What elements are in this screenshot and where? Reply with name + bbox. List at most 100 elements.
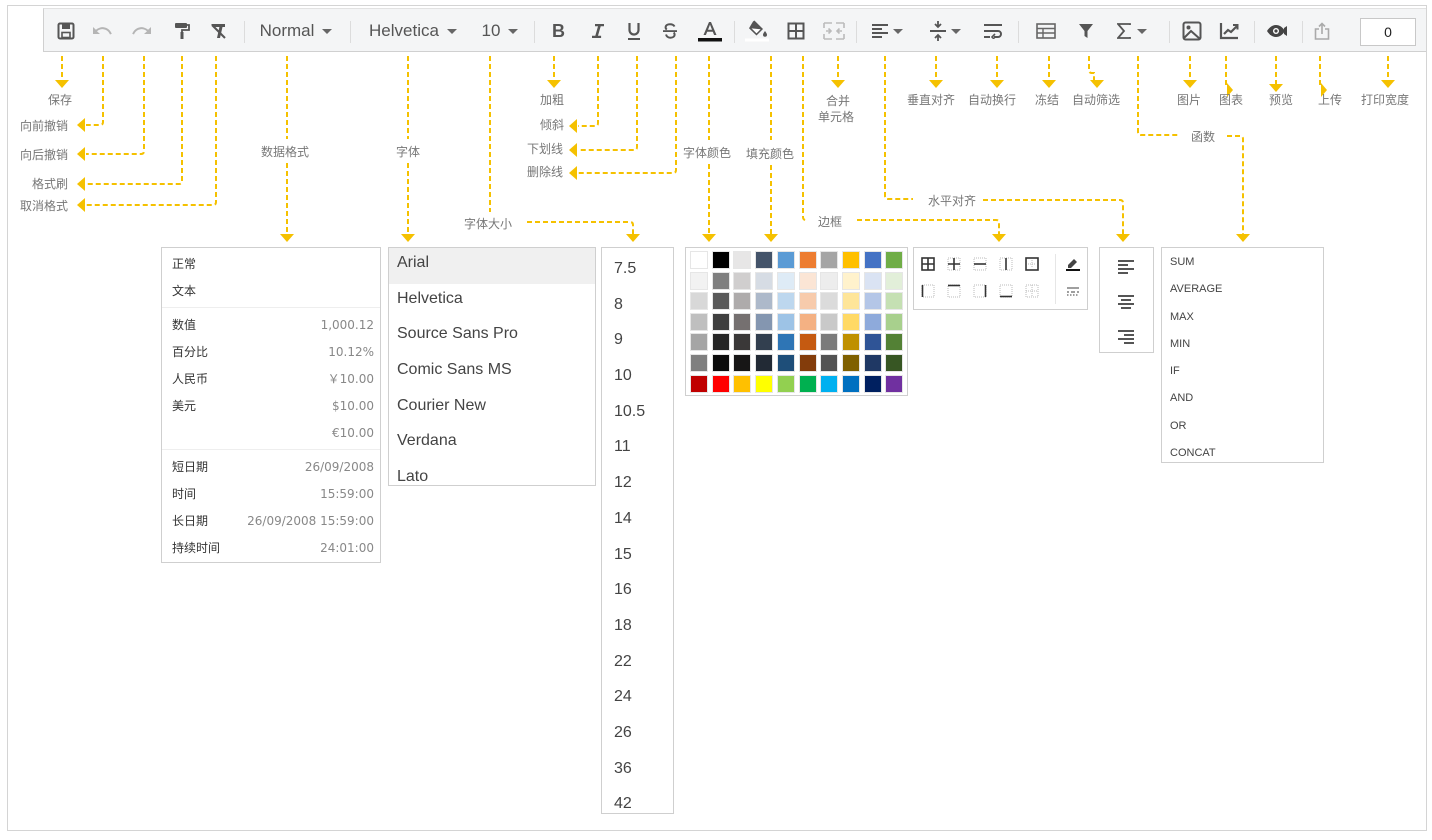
font-size-option[interactable]: 14 [602,501,673,537]
font-size-option[interactable]: 10.5 [602,394,673,430]
outside-borders-icon[interactable] [1025,257,1039,271]
color-swatch[interactable] [690,292,708,311]
color-swatch[interactable] [798,271,817,290]
color-swatch[interactable] [885,251,904,269]
color-swatch[interactable] [733,271,752,290]
all-borders-icon[interactable] [921,257,935,271]
color-swatch[interactable] [885,312,904,331]
color-swatch[interactable] [798,354,817,372]
color-swatch[interactable] [863,251,882,269]
color-swatch[interactable] [755,312,774,331]
color-swatch[interactable] [841,292,860,311]
color-swatch[interactable] [841,374,860,393]
number-format-option[interactable]: 长日期 26/09/2008 15:59:00 [162,507,380,534]
color-swatch[interactable] [798,374,817,393]
color-swatch[interactable] [863,312,882,331]
function-option[interactable]: CONCAT [1162,440,1323,462]
autofilter-button[interactable] [1072,9,1100,53]
font-color-button[interactable] [694,9,726,53]
italic-button[interactable] [584,9,612,53]
font-family-option[interactable]: Arial [389,248,595,284]
paint-format-button[interactable] [168,9,196,53]
color-swatch[interactable] [863,271,882,290]
color-swatch[interactable] [820,271,839,290]
vertical-align-dropdown[interactable] [922,9,968,53]
number-format-dropdown[interactable]: Normal [250,9,342,53]
number-format-option[interactable]: 正常 [162,250,380,277]
number-format-option[interactable]: 百分比 10.12% [162,338,380,365]
color-swatch[interactable] [820,312,839,331]
save-button[interactable] [52,9,80,53]
color-swatch[interactable] [733,312,752,331]
color-swatch[interactable] [690,354,708,372]
font-size-option[interactable]: 7.5 [602,251,673,287]
color-swatch[interactable] [733,354,752,372]
color-swatch[interactable] [711,292,730,311]
color-swatch[interactable] [690,333,708,352]
color-swatch[interactable] [820,374,839,393]
function-option[interactable]: IF [1162,358,1323,385]
inside-borders-icon[interactable] [947,257,961,271]
number-format-option[interactable]: 数值 1,000.12 [162,311,380,338]
chart-button[interactable] [1214,9,1244,53]
text-wrap-button[interactable] [978,9,1008,53]
preview-button[interactable] [1262,9,1292,53]
color-swatch[interactable] [755,333,774,352]
redo-button[interactable] [128,9,156,53]
font-size-option[interactable]: 24 [602,679,673,715]
number-format-option[interactable]: 人民币 ￥10.00 [162,365,380,392]
color-swatch[interactable] [711,374,730,393]
color-swatch[interactable] [776,271,795,290]
font-size-option[interactable]: 8 [602,287,673,323]
color-swatch[interactable] [820,354,839,372]
function-option[interactable]: MIN [1162,331,1323,358]
color-swatch[interactable] [820,333,839,352]
number-format-option[interactable]: 时间 15:59:00 [162,480,380,507]
upload-button[interactable] [1308,9,1336,53]
underline-button[interactable] [620,9,648,53]
color-swatch[interactable] [776,312,795,331]
color-swatch[interactable] [690,374,708,393]
color-swatch[interactable] [755,292,774,311]
color-swatch[interactable] [820,292,839,311]
number-format-option[interactable]: 持续时间 24:01:00 [162,534,380,561]
font-family-option[interactable]: Courier New [389,391,595,427]
font-size-option[interactable]: 26 [602,715,673,751]
color-swatch[interactable] [711,333,730,352]
font-size-dropdown[interactable]: 10 [474,9,526,53]
color-swatch[interactable] [841,312,860,331]
color-swatch[interactable] [733,251,752,269]
color-swatch[interactable] [733,292,752,311]
bold-button[interactable]: B [544,9,572,53]
number-format-option[interactable]: 短日期 26/09/2008 [162,453,380,480]
function-option[interactable]: AVERAGE [1162,276,1323,303]
border-button[interactable] [782,9,810,53]
color-swatch[interactable] [690,251,708,269]
font-family-dropdown[interactable]: Helvetica [358,9,468,53]
left-border-icon[interactable] [921,284,935,298]
color-swatch[interactable] [711,312,730,331]
color-swatch[interactable] [863,292,882,311]
color-swatch[interactable] [776,333,795,352]
font-size-option[interactable]: 11 [602,429,673,465]
color-swatch[interactable] [755,374,774,393]
clear-format-button[interactable] [204,9,232,53]
color-swatch[interactable] [863,354,882,372]
merge-cells-button[interactable] [820,9,848,53]
color-swatch[interactable] [820,251,839,269]
color-swatch[interactable] [755,354,774,372]
color-swatch[interactable] [776,374,795,393]
color-swatch[interactable] [885,271,904,290]
function-option[interactable]: MAX [1162,304,1323,331]
color-swatch[interactable] [885,333,904,352]
font-size-option[interactable]: 12 [602,465,673,501]
fill-color-button[interactable] [740,9,774,53]
font-size-option[interactable]: 42 [602,786,673,813]
color-swatch[interactable] [711,354,730,372]
font-family-option[interactable]: Helvetica [389,284,595,320]
function-dropdown[interactable] [1108,9,1156,53]
color-swatch[interactable] [776,251,795,269]
font-size-option[interactable]: 22 [602,644,673,680]
color-swatch[interactable] [885,292,904,311]
function-option[interactable]: OR [1162,413,1323,440]
